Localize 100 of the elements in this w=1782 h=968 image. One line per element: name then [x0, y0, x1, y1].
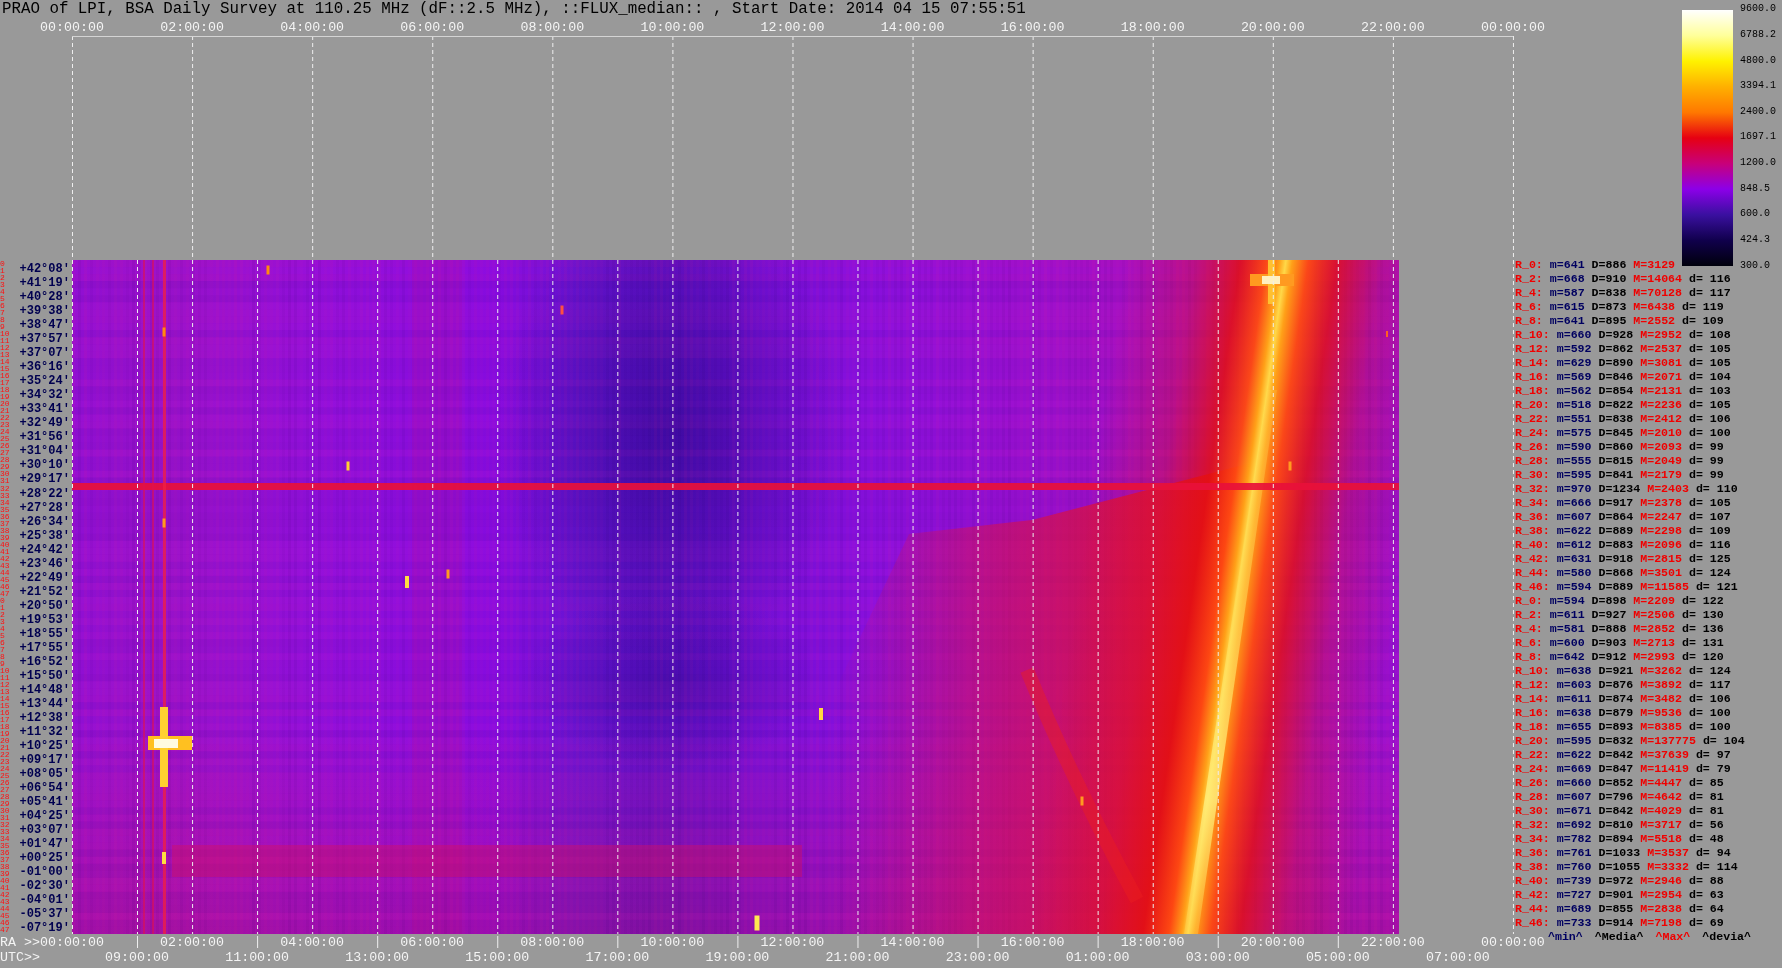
row-number: 47: [0, 589, 10, 597]
utc-axis-label: 17:00:00: [585, 951, 650, 965]
row-label: R_16:: [1515, 369, 1550, 383]
color-scale-label: 1200.0: [1740, 157, 1776, 170]
min-value: m=782: [1556, 831, 1592, 845]
min-value: m=580: [1556, 565, 1592, 579]
deviation-value: d= 97: [1695, 747, 1731, 761]
axis-tick: [857, 935, 859, 949]
declination-label: +31°04': [19, 445, 70, 458]
row-label: R_22:: [1515, 411, 1550, 425]
row-label: R_34:: [1515, 831, 1550, 845]
max-value: M=2247: [1640, 509, 1682, 523]
deviation-value: d= 106: [1688, 411, 1731, 425]
axis-tick: [497, 935, 499, 949]
utc-axis-label: 15:00:00: [465, 951, 530, 965]
median-value: D=898: [1591, 593, 1627, 607]
row-number: 7: [0, 645, 5, 653]
hot-spot: [162, 327, 166, 337]
declination-label: +38°47': [19, 319, 70, 332]
declination-label: +40°28': [19, 291, 70, 304]
row-number: 36: [0, 849, 10, 857]
declination-label: +14°48': [19, 683, 70, 696]
row-label: R_36:: [1515, 509, 1550, 523]
row-number: 46: [0, 919, 10, 927]
declination-label: +01°47': [19, 838, 70, 851]
row-label: R_26:: [1515, 775, 1550, 789]
row-number: 25: [0, 772, 10, 780]
median-value: D=895: [1591, 313, 1627, 327]
row-number: 10: [0, 666, 10, 674]
declination-label: -05°37': [19, 908, 70, 921]
row-number: 2: [0, 274, 5, 282]
row-number: 0: [0, 596, 5, 604]
median-value: D=889: [1598, 579, 1634, 593]
declination-label: +08°05': [19, 768, 70, 781]
median-value: D=927: [1591, 607, 1627, 621]
row-number: 37: [0, 856, 10, 864]
median-value: D=972: [1598, 873, 1634, 887]
row-number: 11: [0, 673, 10, 681]
utc-axis-title: UTC>>: [0, 951, 40, 965]
deviation-value: d= 99: [1688, 453, 1724, 467]
row-number: 37: [0, 519, 10, 527]
row-number: 17: [0, 716, 10, 724]
declination-label: +30°10': [19, 459, 70, 472]
row-number: 33: [0, 828, 10, 836]
max-value: M=2071: [1640, 369, 1682, 383]
max-value: M=2838: [1640, 901, 1682, 915]
row-number: 23: [0, 421, 10, 429]
declination-label: +13°44': [19, 698, 70, 710]
hot-spot: [346, 461, 350, 471]
max-value: M=2179: [1640, 467, 1682, 481]
deviation-value: d= 117: [1688, 677, 1731, 691]
median-value: D=845: [1598, 425, 1634, 439]
deviation-value: d= 108: [1688, 327, 1731, 341]
axis-tick: [1097, 935, 1099, 949]
row-number: 26: [0, 779, 10, 787]
median-value: D=810: [1598, 817, 1634, 831]
declination-label: +25°38': [19, 529, 70, 542]
row-label: R_14:: [1515, 691, 1550, 705]
deviation-value: d= 124: [1688, 565, 1731, 579]
color-scale-label: 1697.1: [1740, 131, 1776, 144]
row-number: 1: [0, 603, 5, 611]
deviation-value: d= 100: [1688, 705, 1731, 719]
min-value: m=692: [1556, 817, 1592, 831]
median-value: D=893: [1598, 719, 1634, 733]
median-value: D=868: [1598, 565, 1634, 579]
median-value: D=796: [1598, 789, 1634, 803]
median-value: D=874: [1598, 691, 1634, 705]
ra-axis-label: 16:00:00: [1000, 936, 1065, 950]
min-value: m=666: [1556, 495, 1592, 509]
ra-axis-label: 22:00:00: [1360, 20, 1425, 36]
median-value: D=921: [1598, 663, 1634, 677]
deviation-value: d= 124: [1688, 663, 1731, 677]
min-value: m=603: [1556, 677, 1592, 691]
row-number: 32: [0, 821, 10, 829]
row-number: 10: [0, 330, 10, 338]
min-value: m=733: [1556, 915, 1592, 929]
hot-spot: [405, 576, 409, 588]
deviation-value: d= 109: [1682, 313, 1724, 327]
max-value: M=2010: [1640, 425, 1682, 439]
row-number: 28: [0, 793, 10, 801]
max-value: M=2852: [1633, 621, 1676, 635]
declination-label: +20°50': [19, 599, 70, 612]
max-value: M=2946: [1640, 873, 1682, 887]
min-value: m=622: [1556, 523, 1592, 537]
row-number: 33: [0, 491, 10, 499]
min-value: m=638: [1556, 663, 1592, 677]
deviation-value: d= 63: [1688, 887, 1724, 901]
row-label: R_22:: [1515, 747, 1550, 761]
median-value: D=883: [1598, 537, 1634, 551]
color-scale-label: 300.0: [1740, 259, 1771, 272]
ra-axis-label: 02:00:00: [160, 936, 224, 950]
max-value: M=4642: [1640, 789, 1682, 803]
deviation-value: d= 122: [1682, 593, 1724, 607]
row-number: 15: [0, 365, 10, 373]
min-value: m=607: [1556, 509, 1592, 523]
row-number: 38: [0, 526, 10, 534]
max-value: M=2378: [1640, 495, 1682, 509]
bright-source-flare: [1250, 260, 1294, 304]
deviation-value: d= 94: [1695, 845, 1731, 859]
min-value: m=555: [1556, 453, 1592, 467]
